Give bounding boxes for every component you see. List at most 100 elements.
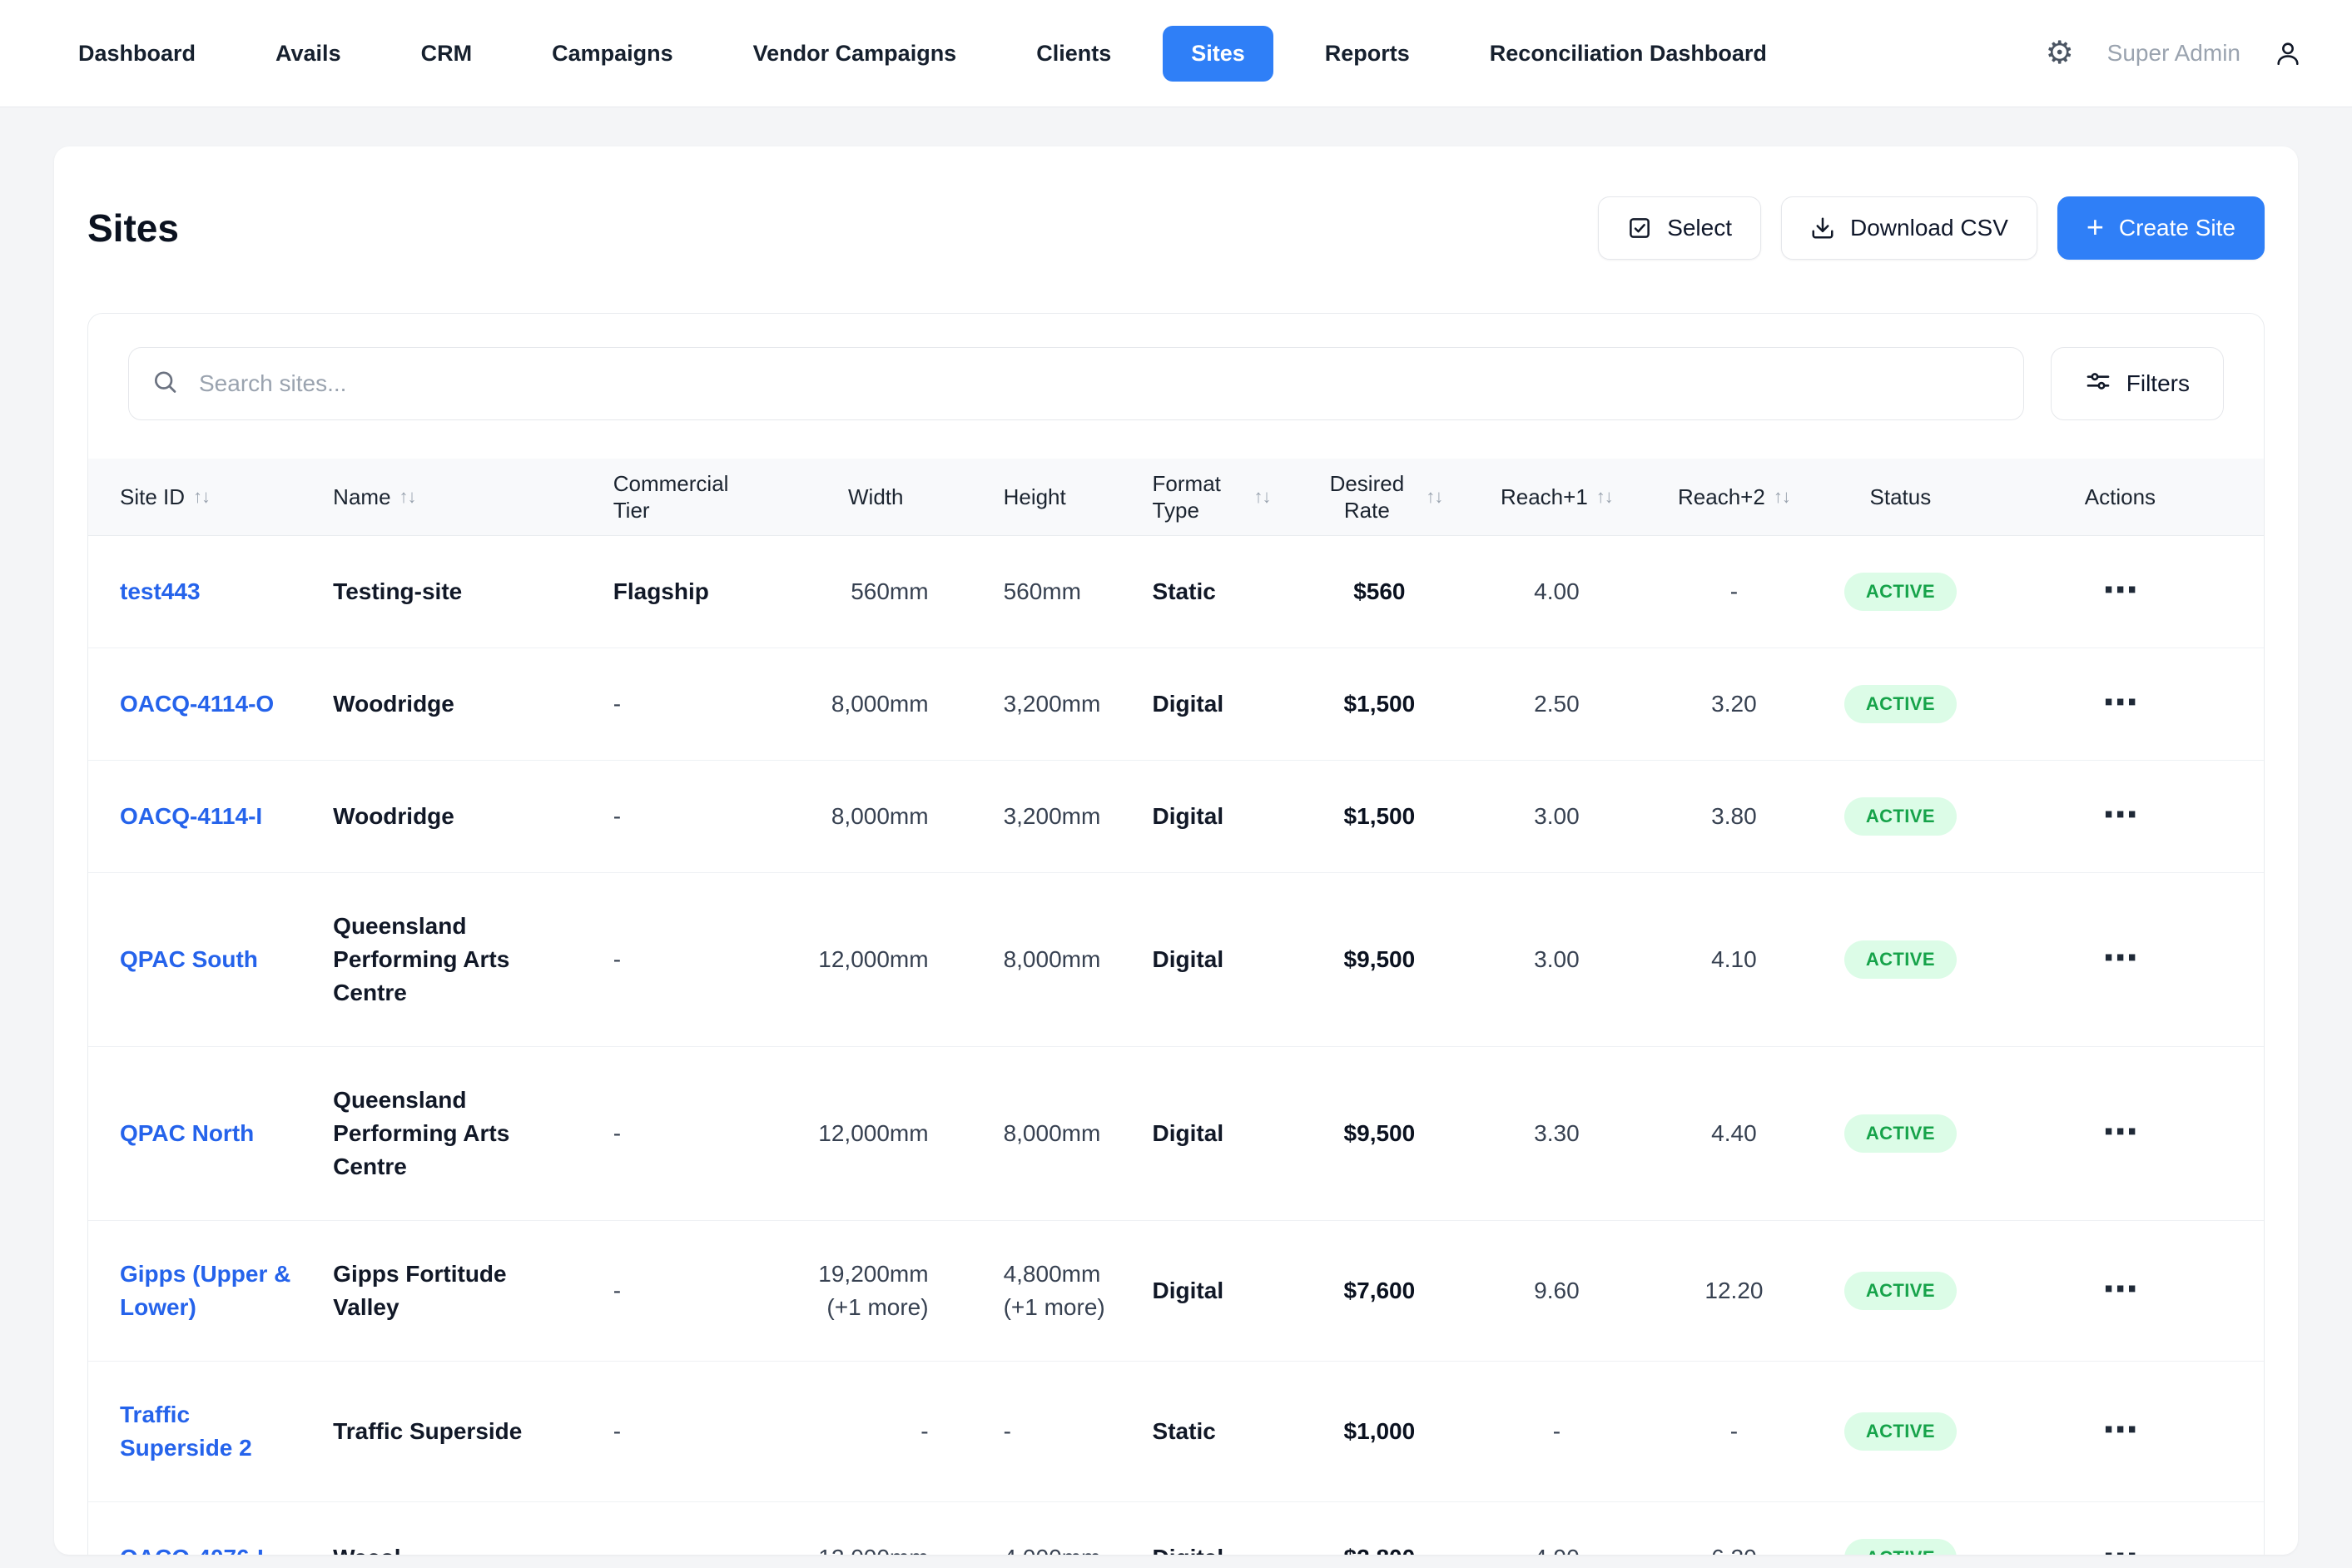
sort-arrows-icon[interactable]: ↑↓ [399,486,416,508]
table-row: Traffic Superside 2Traffic Superside---S… [88,1361,2264,1501]
sort-arrows-icon[interactable]: ↑↓ [1774,486,1790,508]
cell-desired-rate: $1,500 [1344,691,1416,717]
settings-gear-icon[interactable]: ⚙ [2046,37,2074,69]
cell-desired-rate: $7,600 [1344,1278,1416,1303]
nav-item-crm[interactable]: CRM [393,26,501,82]
sort-arrows-icon[interactable]: ↑↓ [193,486,210,508]
user-icon[interactable] [2274,39,2302,67]
column-label: Format Type [1153,470,1246,523]
nav-item-campaigns[interactable]: Campaigns [523,26,702,82]
nav-item-sites[interactable]: Sites [1163,26,1273,82]
cell-width: 19,200mm (+1 more) [818,1261,928,1320]
filters-button[interactable]: Filters [2051,347,2224,420]
column-header-reach+1[interactable]: Reach+1 ↑↓ [1470,459,1644,535]
nav-item-reports[interactable]: Reports [1297,26,1438,82]
site-id-link[interactable]: OACQ-4076-I [120,1545,264,1556]
column-label: Status [1870,484,1932,510]
cell-commercial-tier: - [613,1418,621,1444]
table-row: Gipps (Upper & Lower) Gipps Fortitude Val… [88,1220,2264,1361]
row-actions-button[interactable]: ⋯ [2102,569,2137,610]
create-site-button-label: Create Site [2119,215,2235,241]
create-site-button[interactable]: + Create Site [2057,196,2265,260]
row-actions-button[interactable]: ⋯ [2102,1409,2137,1450]
column-label: Name [333,484,390,510]
cell-reach2: 4.10 [1711,946,1757,972]
page-header: Sites Select Download CSV + [87,196,2265,260]
cell-name: Gipps Fortitude Valley [333,1261,506,1320]
column-label: Width [848,484,903,510]
status-badge: ACTIVE [1844,940,1957,979]
cell-reach1: 4.00 [1534,578,1580,604]
row-actions-button[interactable]: ⋯ [2102,1111,2137,1152]
sites-table: Site ID↑↓Name↑↓Commercial TierWidthHeigh… [88,459,2264,1555]
filters-button-label: Filters [2126,370,2190,397]
cell-reach1: 9.60 [1534,1278,1580,1303]
column-header-name[interactable]: Name ↑↓ [301,459,580,535]
column-header-site-id[interactable]: Site ID↑↓ [88,459,301,535]
nav-item-clients[interactable]: Clients [1008,26,1139,82]
nav-item-vendor-campaigns[interactable]: Vendor Campaigns [725,26,985,82]
row-actions-button[interactable]: ⋯ [2102,1268,2137,1309]
column-header-reach+2[interactable]: Reach+2 ↑↓ [1644,459,1824,535]
cell-format-type: Digital [1153,1278,1224,1303]
cell-width: 560mm [851,578,928,604]
nav-item-avails[interactable]: Avails [247,26,370,82]
column-label: Height [1004,484,1066,510]
cell-height: - [1004,1418,1011,1444]
row-actions-button[interactable]: ⋯ [2102,682,2137,722]
search-icon [151,369,178,399]
status-badge: ACTIVE [1844,1114,1957,1153]
cell-reach1: 3.30 [1534,1120,1580,1146]
cell-desired-rate: $1,000 [1344,1418,1416,1444]
nav-item-dashboard[interactable]: Dashboard [50,26,224,82]
row-actions-button[interactable]: ⋯ [2102,1536,2137,1556]
sort-arrows-icon[interactable]: ↑↓ [1254,486,1271,508]
nav-item-reconciliation-dashboard[interactable]: Reconciliation Dashboard [1461,26,1795,82]
main-card: Sites Select Download CSV + [54,146,2298,1555]
cell-width: - [920,1418,928,1444]
site-id-link[interactable]: Traffic Superside 2 [120,1402,252,1461]
cell-width: 12,000mm [818,1120,928,1146]
cell-reach2: - [1730,578,1738,604]
site-id-link[interactable]: QPAC South [120,946,258,972]
user-role-label: Super Admin [2107,40,2240,67]
cell-name: Woodridge [333,691,454,717]
column-label: Reach+1 [1501,484,1588,510]
search-input[interactable] [128,347,2024,420]
cell-desired-rate: $9,500 [1344,946,1416,972]
site-id-link[interactable]: Gipps (Upper & Lower) [120,1261,290,1320]
download-csv-button[interactable]: Download CSV [1781,196,2037,260]
cell-name: Wacol [333,1545,400,1556]
header-actions: Select Download CSV + Create Site [1598,196,2265,260]
table-body: test443Testing-siteFlagship560mm560mmSta… [88,535,2264,1555]
select-button[interactable]: Select [1598,196,1761,260]
cell-width: 8,000mm [831,691,929,717]
column-header-format-type[interactable]: Format Type ↑↓ [1111,459,1289,535]
status-badge: ACTIVE [1844,1412,1957,1451]
column-header-width: Width [793,459,959,535]
column-header-desired-rate[interactable]: Desired Rate↑↓ [1289,459,1470,535]
sort-arrows-icon[interactable]: ↑↓ [1596,486,1613,508]
cell-reach1: - [1553,1418,1561,1444]
page-title: Sites [87,206,179,251]
cell-height: 3,200mm [1004,803,1101,829]
cell-reach1: 4.90 [1534,1545,1580,1556]
cell-commercial-tier: - [613,1545,621,1556]
status-badge: ACTIVE [1844,1539,1957,1556]
sort-arrows-icon[interactable]: ↑↓ [1426,486,1442,508]
cell-commercial-tier: - [613,946,621,972]
row-actions-button[interactable]: ⋯ [2102,794,2137,835]
cell-width: 12,000mm [818,946,928,972]
site-id-link[interactable]: OACQ-4114-I [120,803,262,829]
cell-reach1: 3.00 [1534,946,1580,972]
plus-icon: + [2087,212,2104,242]
site-id-link[interactable]: test443 [120,578,201,604]
cell-height: 3,200mm [1004,691,1101,717]
row-actions-button[interactable]: ⋯ [2102,937,2137,978]
cell-format-type: Static [1153,1418,1216,1444]
site-id-link[interactable]: OACQ-4114-O [120,691,274,717]
column-header-actions: Actions [1977,459,2264,535]
cell-reach1: 2.50 [1534,691,1580,717]
column-label: Reach+2 [1678,484,1765,510]
site-id-link[interactable]: QPAC North [120,1120,254,1146]
